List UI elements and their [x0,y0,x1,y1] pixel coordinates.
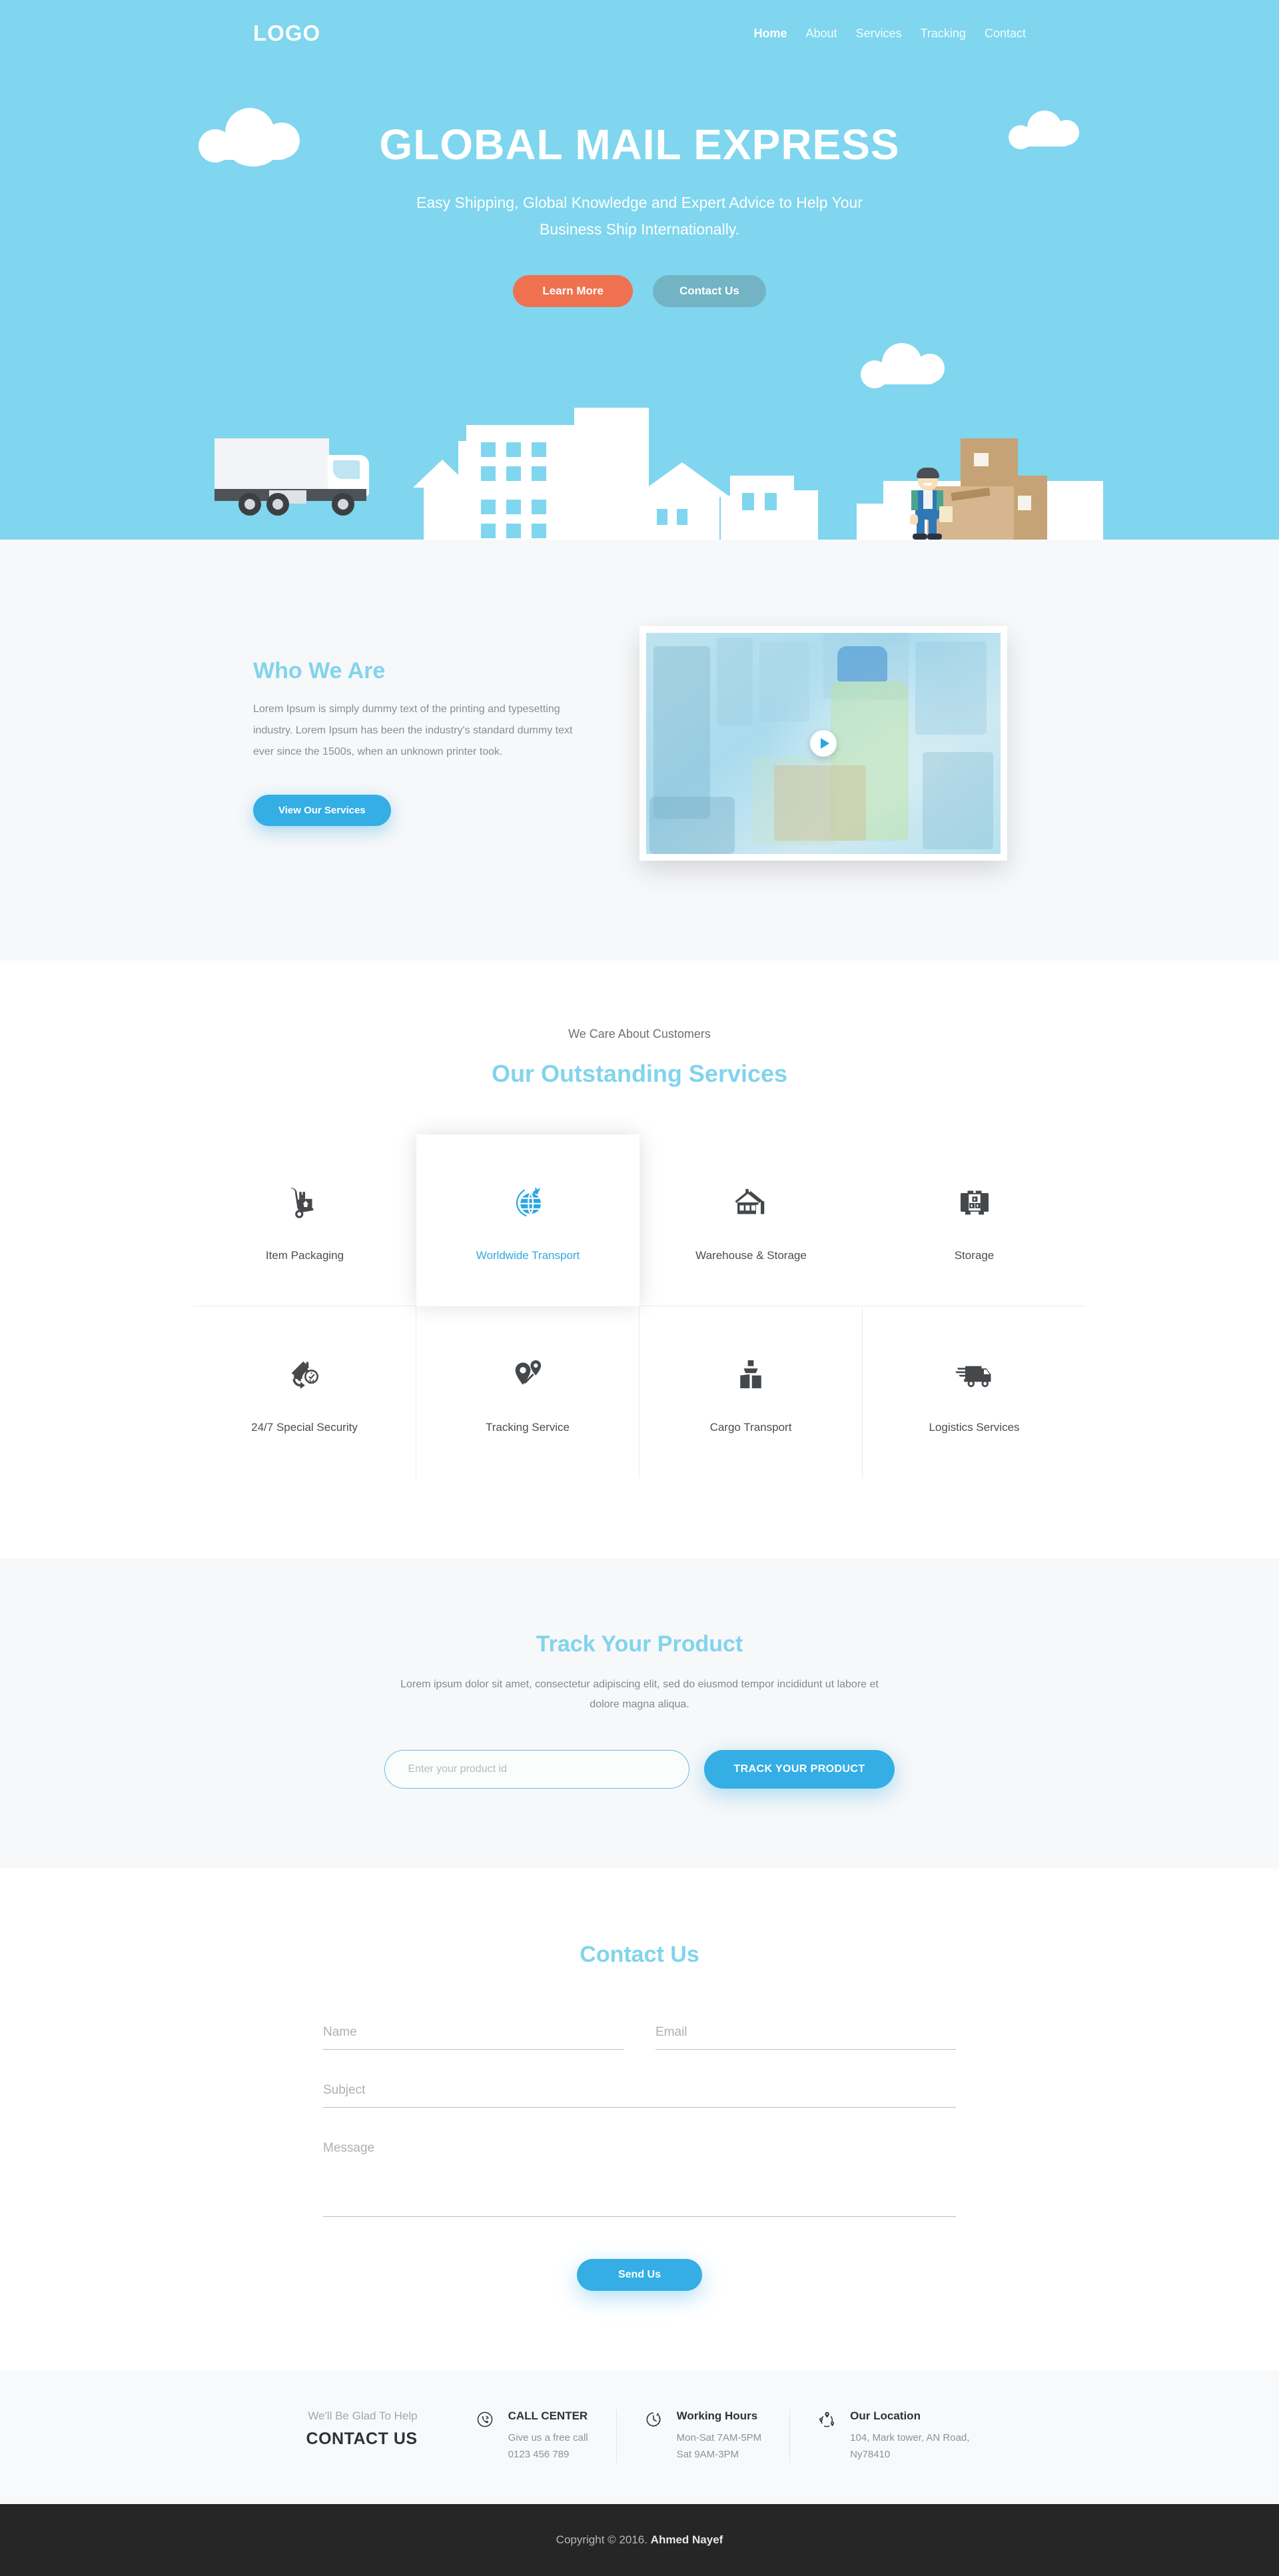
service-card-special-security[interactable]: 24 24/7 Special Security [193,1306,416,1478]
track-title: Track Your Product [536,1631,743,1657]
contact-section: Contact Us Send Us [0,1868,1279,2371]
service-card-cargo-transport[interactable]: Cargo Transport [640,1306,863,1478]
hand-truck-icon [286,1178,324,1226]
delivery-truck-illustration [214,438,374,518]
service-label: Warehouse & Storage [695,1248,807,1262]
phone-ring-icon [476,2409,498,2463]
service-card-worldwide-transport[interactable]: Worldwide Transport [416,1134,640,1306]
storage-box-icon [956,1178,993,1226]
copyright-bar: Copyright © 2016. Ahmed Nayef [0,2504,1279,2576]
who-we-are-body: Lorem Ipsum is simply dummy text of the … [253,703,573,757]
nav-link-services[interactable]: Services [856,27,902,41]
landing-page: LOGO Home About Services Tracking Contac… [0,0,1279,2576]
track-product-input[interactable] [384,1749,690,1789]
nav-link-home[interactable]: Home [754,27,787,41]
hero-section: LOGO Home About Services Tracking Contac… [0,0,1279,540]
send-us-button[interactable]: Send Us [576,2258,702,2291]
service-label: Tracking Service [486,1421,570,1434]
copyright-prefix: Copyright © 2016. [556,2533,651,2547]
track-product-section: Track Your Product Lorem ipsum dolor sit… [0,1558,1279,1869]
contact-title: Contact Us [580,1941,699,1967]
play-icon[interactable] [810,730,837,757]
service-card-warehouse-storage[interactable]: Warehouse & Storage [640,1134,863,1306]
hero-title: GLOBAL MAIL EXPRESS [379,121,900,169]
footer-column-heading: Our Location [850,2409,921,2422]
footer-column-working-hours: Working Hours Mon-Sat 7AM-5PM Sat 9AM-3P… [616,2409,790,2463]
video-thumbnail[interactable] [646,633,1001,854]
video-frame [640,626,1007,861]
learn-more-button[interactable]: Learn More [513,274,633,307]
house-clock-24-icon: 24 [286,1350,323,1398]
svg-text:24: 24 [308,1379,314,1385]
service-label: 24/7 Special Security [251,1421,358,1434]
footer-column-our-location: Our Location 104, Mark tower, AN Road, N… [789,2409,997,2463]
message-field[interactable] [323,2136,956,2217]
who-we-are-text-column: Who We Are Lorem Ipsum is simply dummy t… [253,626,586,826]
city-skyline-illustration [0,386,1279,540]
service-label: Worldwide Transport [476,1249,580,1262]
hero-subtitle: Easy Shipping, Global Knowledge and Expe… [416,194,863,238]
subject-field[interactable] [323,2078,956,2108]
contact-form: Send Us [323,2020,956,2291]
who-we-are-video-column [640,626,1007,861]
services-title: Our Outstanding Services [491,1060,788,1087]
delivery-truck-icon [955,1350,995,1398]
services-kicker: We Care About Customers [568,1027,711,1041]
contact-us-button[interactable]: Contact Us [652,274,766,307]
track-product-button[interactable]: TRACK YOUR PRODUCT [704,1749,895,1789]
cloud-icon [861,343,945,388]
footer-title: CONTACT US [306,2429,418,2448]
nav-link-tracking[interactable]: Tracking [921,27,966,41]
footer-column-heading: Working Hours [676,2409,758,2422]
courier-with-parcels-illustration [887,406,1087,540]
track-subtitle: Lorem ipsum dolor sit amet, consectetur … [400,1679,879,1711]
service-card-logistics-services[interactable]: Logistics Services [863,1306,1086,1478]
nav-links: Home About Services Tracking Contact [754,27,1027,41]
service-label: Logistics Services [929,1421,1020,1434]
footer-column-line1: Mon-Sat 7AM-5PM [676,2431,762,2443]
name-field[interactable] [323,2020,624,2050]
nav-link-contact[interactable]: Contact [985,27,1026,41]
footer-column-call-center: CALL CENTER Give us a free call 0123 456… [448,2409,616,2463]
services-section: We Care About Customers Our Outstanding … [0,961,1279,1558]
footer-column-line1: Give us a free call [508,2431,588,2443]
services-grid: Item Packaging Worldwide Transport Wareh… [193,1134,1086,1478]
who-we-are-title: Who We Are [253,658,386,683]
service-card-tracking-service[interactable]: Tracking Service [416,1306,640,1478]
service-card-storage[interactable]: Storage [863,1134,1086,1306]
view-our-services-button[interactable]: View Our Services [253,795,391,826]
nav-link-about[interactable]: About [806,27,837,41]
main-navigation: LOGO Home About Services Tracking Contac… [0,0,1279,67]
footer-column-line2: Sat 9AM-3PM [676,2448,739,2460]
location-pins-icon [818,2409,839,2463]
footer-column-line2: 0123 456 789 [508,2448,570,2460]
service-label: Cargo Transport [709,1421,792,1434]
footer-contact-info: We'll Be Glad To Help CONTACT US CALL CE… [0,2370,1279,2505]
service-label: Storage [954,1248,995,1262]
cargo-ship-icon [732,1350,769,1398]
service-label: Item Packaging [265,1248,344,1262]
who-we-are-section: Who We Are Lorem Ipsum is simply dummy t… [0,540,1279,961]
site-logo[interactable]: LOGO [253,21,320,46]
email-field[interactable] [655,2020,956,2050]
footer-column-line2: Ny78410 [850,2448,891,2460]
footer-contact-heading: We'll Be Glad To Help CONTACT US [282,2409,448,2449]
map-pins-icon [509,1350,546,1398]
copyright-text: Copyright © 2016. Ahmed Nayef [556,2533,723,2547]
footer-column-line1: 104, Mark tower, AN Road, [850,2431,970,2443]
footer-column-heading: CALL CENTER [508,2409,588,2422]
globe-plane-icon [509,1178,548,1226]
hero-buttons: Learn More Contact Us [0,274,1279,307]
warehouse-house-icon [733,1178,770,1226]
service-card-item-packaging[interactable]: Item Packaging [193,1134,416,1306]
copyright-name: Ahmed Nayef [650,2533,723,2547]
track-form: TRACK YOUR PRODUCT [0,1749,1279,1789]
clock-icon [645,2409,666,2463]
hero-content: GLOBAL MAIL EXPRESS Easy Shipping, Globa… [0,67,1279,307]
footer-kicker: We'll Be Glad To Help [308,2409,418,2422]
